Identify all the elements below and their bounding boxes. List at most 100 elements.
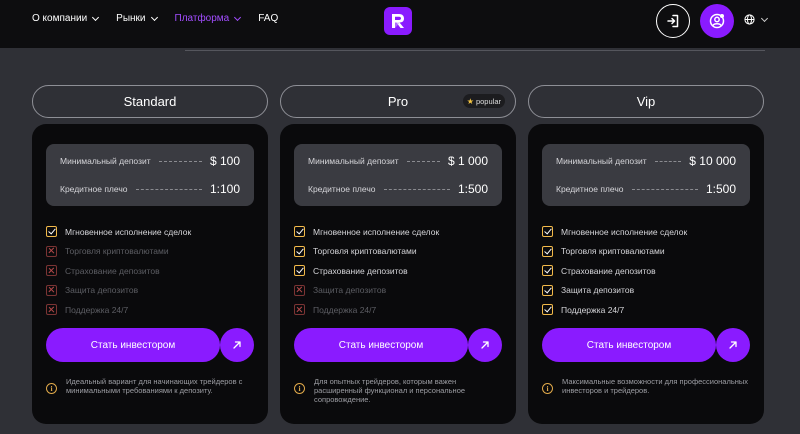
term-label: Минимальный депозит bbox=[308, 156, 399, 166]
arrow-up-right-icon bbox=[481, 341, 489, 349]
feature-list: Мгновенное исполнение сделок Торговля кри… bbox=[294, 222, 439, 320]
feature-label: Защита депозитов bbox=[561, 285, 635, 296]
term-value: 1:500 bbox=[705, 182, 736, 196]
feature-item: Мгновенное исполнение сделок bbox=[46, 222, 191, 242]
feature-item: Поддержка 24/7 bbox=[542, 300, 687, 320]
dotted-leader bbox=[631, 188, 698, 190]
button-label: Стать инвестором bbox=[90, 339, 176, 351]
main-nav: О компании Рынки Платформа FAQ bbox=[32, 13, 278, 24]
checkbox-checked-icon bbox=[542, 284, 553, 296]
checkbox-checked-icon bbox=[46, 226, 57, 238]
nav-label: FAQ bbox=[258, 13, 279, 24]
plan-card-pro: Минимальный депозит $ 1 000 Кредитное плеч… bbox=[280, 124, 516, 424]
checkbox-checked-icon bbox=[542, 245, 553, 257]
dotted-leader bbox=[654, 160, 682, 162]
plan-tab-vip[interactable]: Vip bbox=[528, 85, 764, 118]
plan-tab-pro[interactable]: Pro ★ popular bbox=[280, 85, 516, 118]
plan-name: Pro bbox=[387, 94, 409, 109]
plan-card-standard: Минимальный депозит $ 100 Кредитное плечо 1… bbox=[32, 124, 268, 424]
nav-item-faq[interactable]: FAQ bbox=[258, 13, 278, 24]
language-selector[interactable] bbox=[744, 14, 769, 25]
login-icon bbox=[667, 14, 679, 28]
term-row-deposit: Минимальный депозит $ 1 000 bbox=[308, 154, 488, 168]
feature-label: Защита депозитов bbox=[65, 285, 139, 296]
nav-label: Рынки bbox=[116, 13, 146, 24]
brand-logo-icon[interactable] bbox=[384, 7, 412, 35]
term-value: $ 100 bbox=[209, 154, 240, 168]
feature-item: Торговля криптовалютами bbox=[542, 242, 687, 262]
info-icon: i bbox=[46, 383, 57, 394]
nav-label: О компании bbox=[32, 13, 88, 24]
term-row-deposit: Минимальный депозит $ 10 000 bbox=[556, 154, 736, 168]
feature-label: Поддержка 24/7 bbox=[561, 304, 625, 315]
feature-label: Торговля криптовалютами bbox=[65, 246, 169, 257]
plan-card-vip: Минимальный депозит $ 10 000 Кредитное пле… bbox=[528, 124, 764, 424]
feature-label: Поддержка 24/7 bbox=[65, 304, 129, 315]
nav-item-platform[interactable]: Платформа bbox=[174, 13, 242, 24]
nav-label: Платформа bbox=[174, 13, 230, 24]
feature-item: Торговля криптовалютами bbox=[46, 242, 191, 262]
dotted-leader bbox=[406, 160, 440, 162]
plan-name: Vip bbox=[636, 94, 656, 109]
feature-item: Мгновенное исполнение сделок bbox=[294, 222, 439, 242]
open-plan-button[interactable] bbox=[468, 328, 502, 362]
cross-icon bbox=[294, 284, 305, 296]
cross-icon bbox=[46, 265, 57, 277]
feature-item: Страхование депозитов bbox=[294, 261, 439, 281]
plan-terms: Минимальный депозит $ 1 000 Кредитное плеч… bbox=[294, 144, 502, 206]
feature-label: Защита депозитов bbox=[313, 285, 387, 296]
feature-list: Мгновенное исполнение сделок Торговля кри… bbox=[542, 222, 687, 320]
feature-label: Мгновенное исполнение сделок bbox=[65, 226, 192, 237]
checkbox-checked-icon bbox=[294, 245, 305, 257]
term-label: Кредитное плечо bbox=[308, 184, 376, 194]
dotted-leader bbox=[383, 188, 450, 190]
term-label: Минимальный депозит bbox=[60, 156, 151, 166]
checkbox-checked-icon bbox=[294, 265, 305, 277]
chevron-down-icon bbox=[150, 13, 158, 21]
login-button[interactable] bbox=[656, 4, 690, 38]
star-icon: ★ bbox=[466, 96, 474, 106]
note-text: Максимальные возможности для профессиона… bbox=[562, 377, 749, 395]
feature-label: Страхование депозитов bbox=[313, 265, 408, 276]
divider bbox=[185, 50, 765, 51]
checkbox-checked-icon bbox=[542, 304, 553, 316]
plan-tab-standard[interactable]: Standard bbox=[32, 85, 268, 118]
feature-label: Страхование депозитов bbox=[561, 265, 656, 276]
term-value: $ 10 000 bbox=[689, 154, 736, 168]
term-label: Кредитное плечо bbox=[60, 184, 128, 194]
dotted-leader bbox=[158, 160, 202, 162]
feature-label: Торговля криптовалютами bbox=[313, 246, 417, 257]
checkbox-checked-icon bbox=[542, 226, 553, 238]
popular-badge: ★ popular bbox=[462, 94, 505, 108]
arrow-up-right-icon bbox=[729, 341, 737, 349]
feature-label: Поддержка 24/7 bbox=[313, 304, 377, 315]
term-row-deposit: Минимальный депозит $ 100 bbox=[60, 154, 240, 168]
nav-item-company[interactable]: О компании bbox=[32, 13, 100, 24]
feature-label: Страхование депозитов bbox=[65, 265, 160, 276]
feature-item: Страхование депозитов bbox=[542, 261, 687, 281]
top-header: О компании Рынки Платформа FAQ bbox=[0, 0, 800, 48]
cross-icon bbox=[46, 245, 57, 257]
open-plan-button[interactable] bbox=[716, 328, 750, 362]
globe-icon bbox=[744, 14, 755, 25]
cross-icon bbox=[46, 304, 57, 316]
feature-item: Страхование депозитов bbox=[46, 261, 191, 281]
account-icon bbox=[709, 13, 725, 29]
become-investor-button[interactable]: Стать инвестором bbox=[542, 328, 716, 362]
feature-item: Поддержка 24/7 bbox=[294, 300, 439, 320]
cross-icon bbox=[294, 304, 305, 316]
feature-item: Мгновенное исполнение сделок bbox=[542, 222, 687, 242]
feature-label: Торговля криптовалютами bbox=[561, 246, 665, 257]
open-plan-button[interactable] bbox=[220, 328, 254, 362]
nav-item-markets[interactable]: Рынки bbox=[116, 13, 158, 24]
become-investor-button[interactable]: Стать инвестором bbox=[46, 328, 220, 362]
account-button[interactable] bbox=[700, 4, 734, 38]
chevron-down-icon bbox=[760, 14, 769, 22]
plan-note: i Для опытных трейдеров, которым важен ра… bbox=[294, 377, 504, 404]
cross-icon bbox=[46, 284, 57, 296]
become-investor-button[interactable]: Стать инвестором bbox=[294, 328, 468, 362]
term-label: Минимальный депозит bbox=[556, 156, 647, 166]
feature-item: Поддержка 24/7 bbox=[46, 300, 191, 320]
feature-item: Защита депозитов bbox=[294, 281, 439, 301]
term-value: $ 1 000 bbox=[447, 154, 488, 168]
